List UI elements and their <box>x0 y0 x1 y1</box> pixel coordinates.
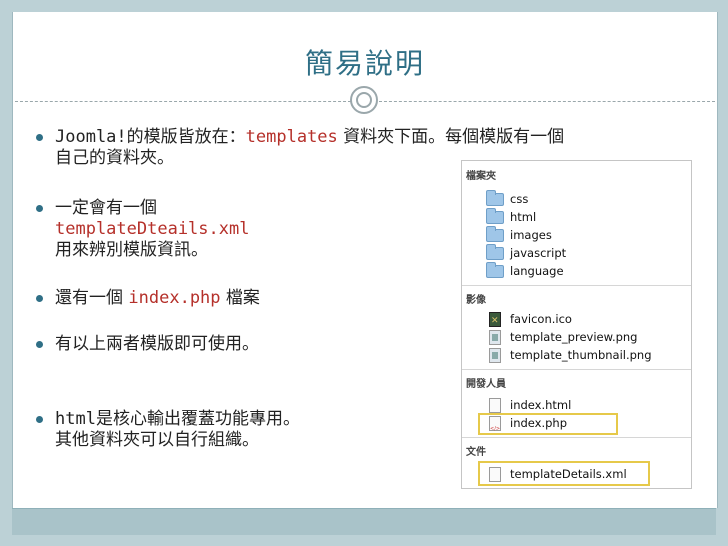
section-folders-header: 檔案夾 <box>466 171 496 182</box>
bullet-5-text: 是核心輸出覆蓋功能專用。 <box>95 409 300 429</box>
highlight-template-details <box>478 461 650 486</box>
file-browser-panel: 檔案夾 css html images javascript language … <box>461 160 692 489</box>
bullet-dot <box>36 341 43 348</box>
section-divider <box>462 369 691 370</box>
file-item[interactable]: template_preview.png <box>486 329 637 345</box>
bullet-5: html是核心輸出覆蓋功能專用。 其他資料夾可以自行組織。 <box>36 409 300 451</box>
file-item[interactable]: favicon.ico <box>486 311 572 329</box>
highlight-index-php <box>478 413 618 435</box>
section-divider <box>462 285 691 286</box>
image-file-icon <box>489 347 501 363</box>
folder-icon <box>486 243 504 260</box>
folder-icon <box>486 189 504 206</box>
section-documents-header: 文件 <box>466 447 486 458</box>
bullet-1-text-2: 資料夾下面。每個模版有一個 <box>337 127 565 147</box>
bullet-2-code: templateDteails.xml <box>55 219 250 239</box>
folder-item[interactable]: language <box>486 261 564 279</box>
image-file-icon <box>489 329 501 345</box>
bullet-2: 一定會有一個 templateDteails.xml 用來辨別模版資訊。 <box>36 198 249 261</box>
bottom-band <box>12 508 716 535</box>
folder-item[interactable]: html <box>486 207 536 225</box>
file-item[interactable]: template_thumbnail.png <box>486 347 652 363</box>
title-divider-left <box>15 101 351 102</box>
bullet-dot <box>36 134 43 141</box>
html-file-icon <box>489 397 501 413</box>
bullet-dot <box>36 205 43 212</box>
bullet-2-line3: 用來辨別模版資訊。 <box>55 240 208 260</box>
folder-icon <box>486 207 504 224</box>
bullet-3-text: 還有一個 <box>55 288 129 308</box>
bullet-5-line2: 其他資料夾可以自行組織。 <box>55 430 259 450</box>
section-images-header: 影像 <box>466 295 486 306</box>
folder-item[interactable]: images <box>486 225 552 243</box>
file-item[interactable]: index.html <box>486 397 571 413</box>
ring-ornament-inner <box>356 92 372 108</box>
bullet-2-line1: 一定會有一個 <box>55 198 157 218</box>
bullet-3: 還有一個 index.php 檔案 <box>36 288 260 309</box>
section-developer-header: 開發人員 <box>466 379 506 390</box>
bullet-4: 有以上兩者模版即可使用。 <box>36 334 259 355</box>
bullet-dot <box>36 295 43 302</box>
favicon-file-icon <box>489 311 501 329</box>
bullet-1-joomla: Joomla! <box>55 127 127 147</box>
folder-item[interactable]: javascript <box>486 243 566 261</box>
bullet-1-code: templates <box>245 127 338 147</box>
title-divider-right <box>379 101 715 102</box>
bullet-4-text: 有以上兩者模版即可使用。 <box>55 334 259 354</box>
bullet-dot <box>36 416 43 423</box>
folder-item[interactable]: css <box>486 189 528 207</box>
bullet-1-text: 的模版皆放在： <box>126 127 246 147</box>
bullet-1-line2: 自己的資料夾。 <box>55 148 174 168</box>
section-divider <box>462 437 691 438</box>
slide-title: 簡易說明 <box>304 47 425 80</box>
folder-icon <box>486 225 504 242</box>
folder-icon <box>486 261 504 278</box>
bullet-3-code: index.php <box>128 288 221 308</box>
bullet-5-code: html <box>55 409 96 429</box>
bullet-3-text-2: 檔案 <box>220 288 260 308</box>
ring-ornament <box>350 86 378 114</box>
